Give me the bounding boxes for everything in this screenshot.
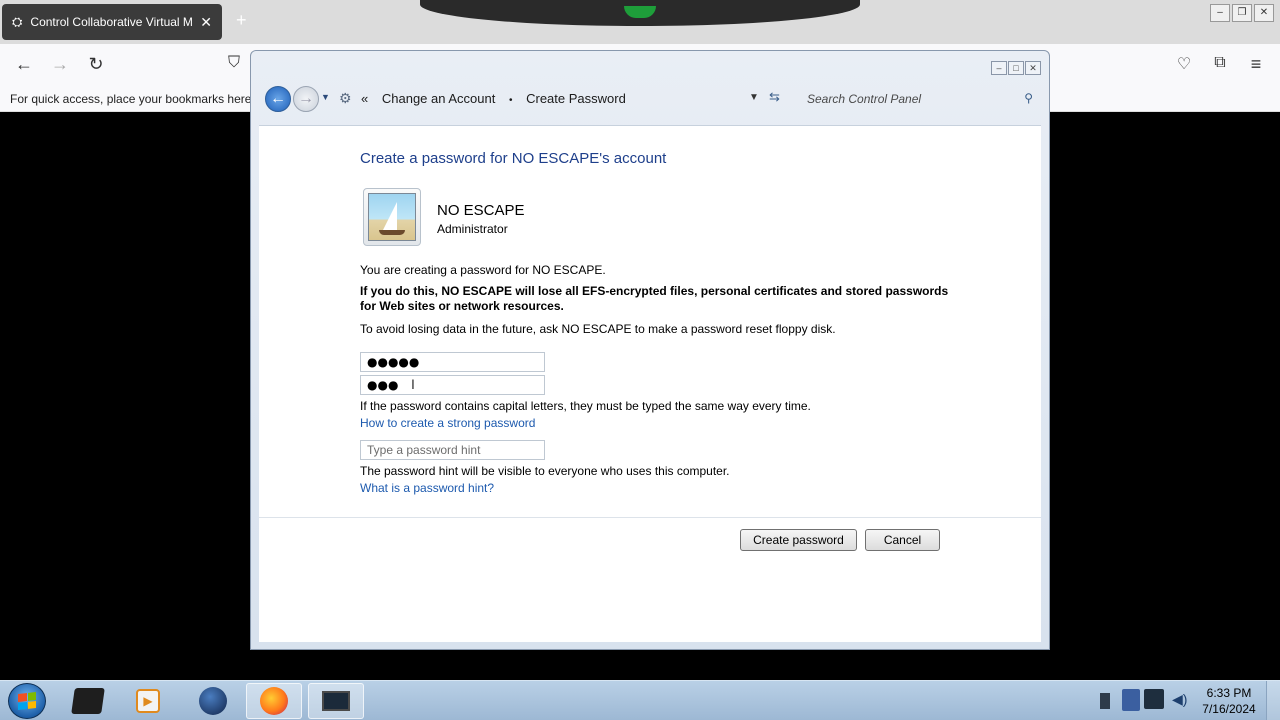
content-pane: Create a password for NO ESCAPE's accoun… (259, 125, 1041, 642)
control-panel-icon: ⚙ (339, 90, 352, 106)
start-button[interactable] (8, 683, 46, 719)
show-desktop-button[interactable] (1266, 681, 1280, 720)
clock-date: 7/16/2024 (1202, 702, 1256, 716)
taskbar-media-player-icon[interactable]: ▶ (120, 683, 176, 719)
tray-volume-icon[interactable]: ◀) (1172, 691, 1187, 708)
recent-pages-chevron-down-icon[interactable]: ▼ (321, 92, 330, 102)
new-tab-button[interactable]: + (236, 10, 247, 31)
address-dropdown-chevron-down-icon[interactable]: ▼ (749, 92, 759, 103)
vm-status-indicator (624, 6, 656, 18)
divider (259, 517, 1041, 518)
caps-note: If the password contains capital letters… (360, 399, 811, 413)
cancel-button[interactable]: Cancel (865, 529, 940, 551)
avatar (363, 188, 421, 246)
pocket-icon[interactable]: ♡ (1172, 54, 1196, 74)
tray-monitor-icon[interactable] (1144, 689, 1164, 709)
search-icon[interactable]: ⚲ (1024, 91, 1033, 105)
maximize-button[interactable]: □ (1008, 61, 1024, 75)
breadcrumb-create-password[interactable]: Create Password (526, 91, 626, 106)
browser-close-button[interactable]: ✕ (1254, 4, 1274, 22)
search-placeholder: Search Control Panel (807, 92, 922, 106)
sail-shape (383, 202, 397, 230)
confirm-password-field[interactable]: ●●● (360, 375, 545, 395)
hull-shape (379, 230, 405, 235)
back-button-icon[interactable]: ← (265, 86, 291, 112)
user-name: NO ESCAPE (437, 202, 525, 219)
taskbar-firefox-icon[interactable] (246, 683, 302, 719)
breadcrumb-overflow[interactable]: « (361, 91, 368, 106)
warning-text: If you do this, NO ESCAPE will lose all … (360, 284, 949, 313)
menu-icon[interactable]: ≡ (1244, 54, 1268, 75)
bookmarks-hint: For quick access, place your bookmarks h… (10, 92, 269, 106)
control-panel-window: – □ ✕ ← → ▼ ⚙ « Change an Account • Crea… (250, 50, 1050, 650)
breadcrumb: « Change an Account • Create Password (361, 91, 636, 106)
shield-icon[interactable]: ⛉ (222, 54, 246, 72)
advice-text: To avoid losing data in the future, ask … (360, 322, 836, 336)
extensions-icon[interactable]: ⧉ (1208, 54, 1232, 72)
page-title: Create a password for NO ESCAPE's accoun… (360, 150, 667, 167)
reload-icon[interactable]: ↻ (84, 54, 108, 75)
windows-logo-icon (18, 692, 36, 710)
taskbar-terminal-icon[interactable] (60, 683, 116, 719)
browser-minimize-button[interactable]: – (1210, 4, 1230, 22)
browser-window-controls: – ❐ ✕ (1210, 4, 1274, 22)
strong-password-link[interactable]: How to create a strong password (360, 416, 535, 430)
tray-expand-icon[interactable] (1100, 693, 1110, 709)
browser-restore-button[interactable]: ❐ (1232, 4, 1252, 22)
browser-tab[interactable]: ⛭ Control Collaborative Virtual M ✕ (2, 4, 222, 40)
taskbar-remote-desktop-icon[interactable] (308, 683, 364, 719)
tray-network-icon[interactable] (1122, 689, 1140, 711)
password-hint-link[interactable]: What is a password hint? (360, 481, 494, 495)
tab-favicon-icon: ⛭ (12, 14, 23, 29)
close-button[interactable]: ✕ (1025, 61, 1041, 75)
taskbar-globe-icon[interactable] (185, 683, 241, 719)
window-caption-buttons: – □ ✕ (991, 61, 1041, 75)
taskbar: ▶ ◀) 6:33 PM 7/16/2024 (0, 680, 1280, 720)
vm-toolbar-notch[interactable] (420, 0, 860, 26)
back-arrow-icon[interactable]: ← (12, 54, 36, 75)
breadcrumb-separator: • (508, 95, 513, 106)
new-password-field[interactable]: ●●●●● (360, 352, 545, 372)
breadcrumb-change-account[interactable]: Change an Account (382, 91, 495, 106)
forward-button-icon[interactable]: → (293, 86, 319, 112)
tab-title: Control Collaborative Virtual M (30, 15, 193, 29)
refresh-icon[interactable]: ⇆ (769, 89, 780, 105)
info-text: You are creating a password for NO ESCAP… (360, 263, 606, 277)
forward-arrow-icon[interactable]: → (48, 54, 72, 75)
address-bar: ← → ▼ ⚙ « Change an Account • Create Pas… (261, 81, 1041, 121)
password-hint-field[interactable]: Type a password hint (360, 440, 545, 460)
taskbar-clock[interactable]: 6:33 PM 7/16/2024 (1196, 685, 1262, 717)
minimize-button[interactable]: – (991, 61, 1007, 75)
text-cursor-icon: I (411, 376, 415, 392)
create-password-button[interactable]: Create password (740, 529, 857, 551)
clock-time: 6:33 PM (1206, 686, 1252, 700)
sailboat-picture (368, 193, 416, 241)
tab-close-icon[interactable]: ✕ (200, 14, 212, 31)
search-input[interactable]: Search Control Panel ⚲ (797, 86, 1037, 112)
user-type: Administrator (437, 222, 508, 236)
browser-tab-bar: ⛭ Control Collaborative Virtual M ✕ + – … (0, 0, 1280, 44)
hint-note: The password hint will be visible to eve… (360, 464, 730, 478)
